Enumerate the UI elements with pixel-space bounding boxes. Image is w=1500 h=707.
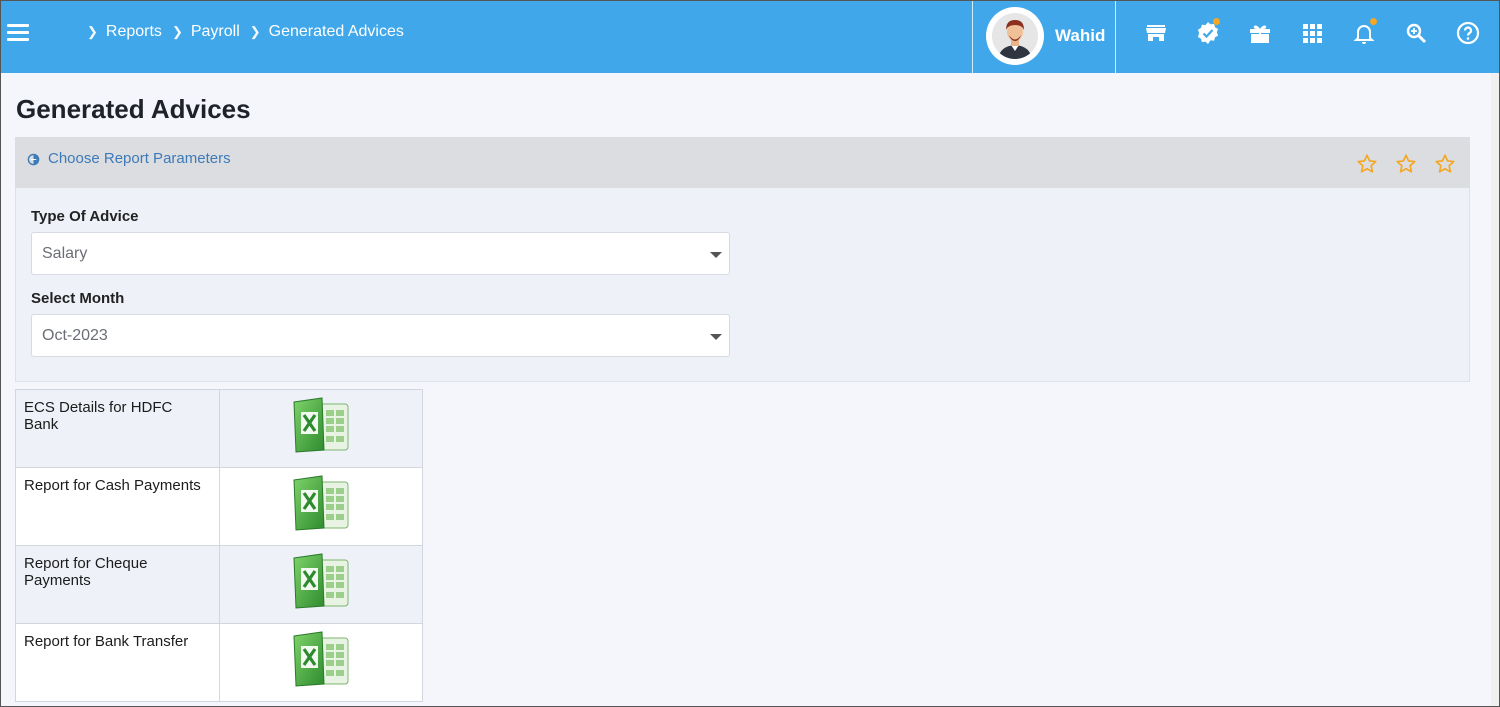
type-of-advice-select[interactable]: Salary — [31, 232, 730, 275]
star-icon[interactable] — [1395, 153, 1417, 175]
notification-dot — [1213, 18, 1220, 25]
notification-dot — [1370, 18, 1377, 25]
help-icon[interactable] — [1456, 21, 1480, 45]
excel-icon[interactable] — [292, 396, 350, 454]
bell-icon[interactable] — [1352, 18, 1377, 45]
apps-grid-icon[interactable] — [1300, 21, 1324, 45]
verified-badge-icon[interactable] — [1196, 18, 1220, 45]
select-month-select[interactable]: Oct-2023 — [31, 314, 730, 357]
type-of-advice-label: Type Of Advice — [31, 208, 139, 225]
table-row: Report for Bank Transfer — [15, 623, 424, 702]
table-row: Report for Cheque Payments — [15, 545, 424, 624]
vertical-scrollbar[interactable] — [1491, 73, 1499, 706]
filter-circle-icon — [27, 153, 40, 166]
type-of-advice-value: Salary — [42, 245, 88, 262]
chevron-right-icon: ❯ — [87, 24, 98, 39]
rating-stars — [1356, 153, 1456, 175]
excel-icon[interactable] — [292, 552, 350, 610]
hamburger-menu-icon[interactable] — [7, 24, 29, 42]
excel-icon[interactable] — [292, 474, 350, 532]
table-row: ECS Details for HDFC Bank — [15, 389, 424, 468]
chevron-down-icon — [710, 334, 722, 340]
choose-report-parameters-link[interactable]: Choose Report Parameters — [27, 150, 231, 167]
choose-report-parameters-label: Choose Report Parameters — [48, 150, 231, 167]
select-month-value: Oct-2023 — [42, 327, 108, 344]
report-parameters-body: Type Of Advice Salary Select Month Oct-2… — [15, 188, 1470, 382]
report-name: ECS Details for HDFC Bank — [15, 389, 220, 468]
search-zoom-icon[interactable] — [1404, 21, 1428, 45]
user-avatar-icon — [992, 13, 1038, 59]
chevron-down-icon — [710, 252, 722, 258]
user-name: Wahid — [1055, 26, 1106, 45]
report-parameters-header: Choose Report Parameters — [15, 137, 1470, 188]
gift-icon[interactable] — [1248, 21, 1272, 45]
breadcrumb-reports[interactable]: Reports — [106, 23, 162, 41]
table-row: Report for Cash Payments — [15, 467, 424, 546]
breadcrumb-generated-advices: Generated Advices — [268, 23, 404, 40]
divider — [1115, 1, 1116, 73]
select-month-label: Select Month — [31, 290, 125, 307]
star-icon[interactable] — [1434, 153, 1456, 175]
divider — [972, 1, 973, 73]
reports-table: ECS Details for HDFC Bank Report for Cas… — [15, 389, 424, 702]
page-title: Generated Advices — [16, 94, 251, 124]
star-icon[interactable] — [1356, 153, 1378, 175]
excel-icon[interactable] — [292, 630, 350, 688]
breadcrumb-payroll[interactable]: Payroll — [191, 23, 240, 41]
report-name: Report for Cash Payments — [15, 467, 220, 546]
breadcrumb: ❯ Reports ❯ Payroll ❯ Generated Advices — [87, 23, 414, 41]
avatar — [986, 7, 1044, 65]
top-navigation-bar: ❯ Reports ❯ Payroll ❯ Generated Advices … — [1, 1, 1499, 73]
chevron-right-icon: ❯ — [249, 24, 261, 39]
report-name: Report for Bank Transfer — [15, 623, 220, 702]
user-profile-button[interactable]: Wahid — [986, 7, 1105, 65]
chevron-right-icon: ❯ — [171, 24, 183, 39]
store-icon[interactable] — [1144, 21, 1168, 45]
report-name: Report for Cheque Payments — [15, 545, 220, 624]
